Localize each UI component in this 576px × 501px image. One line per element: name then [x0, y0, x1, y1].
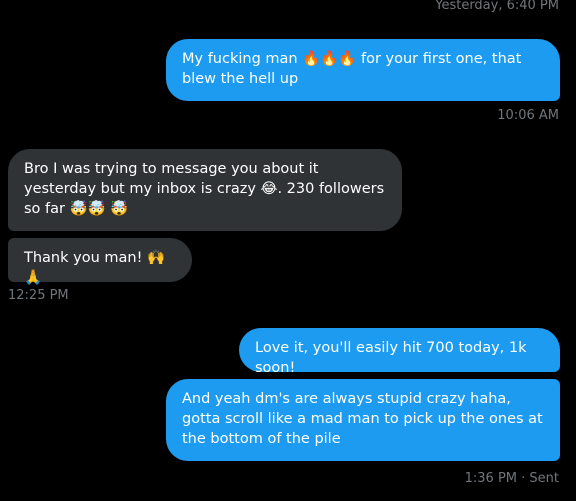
message-outgoing[interactable]: My fucking man 🔥🔥🔥 for your first one, t…	[166, 39, 560, 101]
dm-conversation: Yesterday, 6:40 PM My fucking man 🔥🔥🔥 fo…	[0, 0, 576, 501]
timestamp-top: Yesterday, 6:40 PM	[435, 0, 559, 13]
message-outgoing[interactable]: Love it, you'll easily hit 700 today, 1k…	[239, 328, 560, 376]
message-outgoing[interactable]: And yeah dm's are always stupid crazy ha…	[166, 379, 560, 461]
message-incoming[interactable]: Bro I was trying to message you about it…	[8, 149, 402, 231]
timestamp: 10:06 AM	[497, 108, 559, 123]
message-incoming[interactable]: Thank you man! 🙌🙏	[8, 238, 192, 286]
timestamp: 12:25 PM	[8, 288, 69, 303]
timestamp-sent-status: 1:36 PM · Sent	[464, 471, 559, 486]
